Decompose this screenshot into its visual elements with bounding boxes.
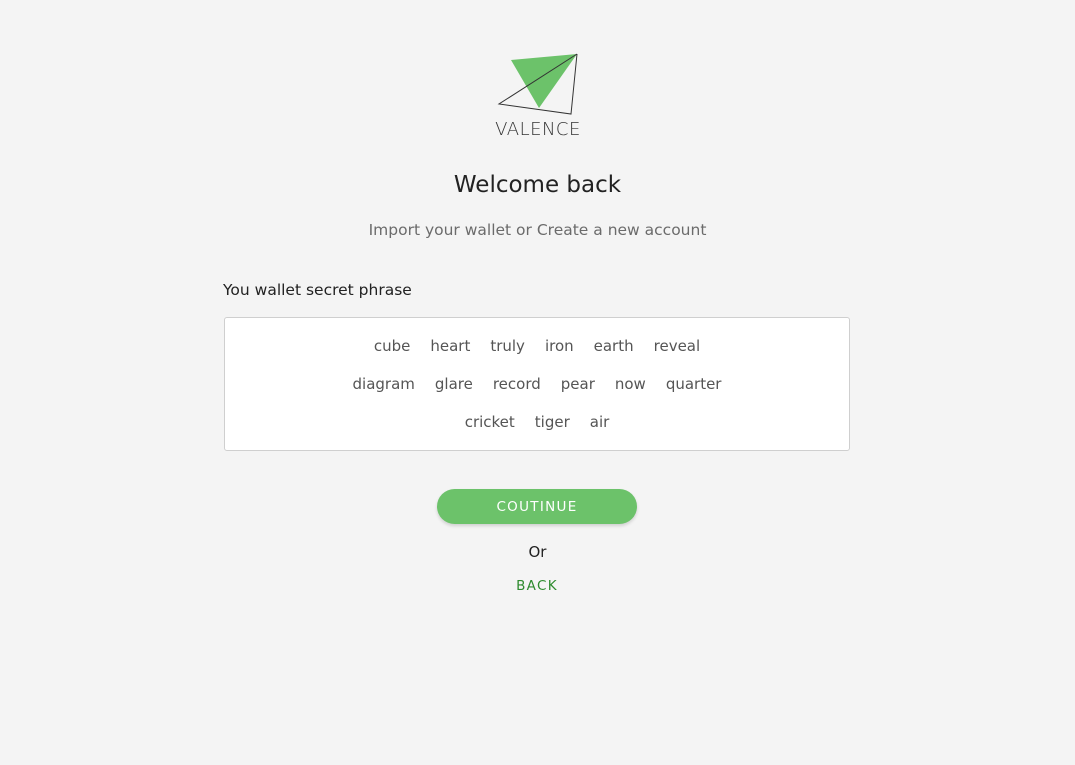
page-title: Welcome back bbox=[453, 172, 622, 198]
phrase-word: tiger bbox=[534, 413, 570, 431]
phrase-row: cricket tiger air bbox=[225, 411, 849, 433]
back-link[interactable]: BACK bbox=[487, 578, 587, 594]
page-subtitle: Import your wallet or Create a new accou… bbox=[368, 221, 707, 239]
phrase-row: diagram glare record pear now quarter bbox=[225, 373, 849, 395]
secret-phrase-label: You wallet secret phrase bbox=[223, 281, 412, 299]
phrase-word: cricket bbox=[464, 413, 515, 431]
continue-button[interactable]: COUTINUE bbox=[437, 489, 637, 524]
phrase-word: air bbox=[589, 413, 610, 431]
import-wallet-page: VALENCE Welcome back Import your wallet … bbox=[0, 0, 1075, 765]
paper-plane-triangle-icon bbox=[497, 53, 578, 115]
phrase-word: reveal bbox=[653, 337, 701, 355]
or-separator: Or bbox=[528, 543, 547, 561]
phrase-word: diagram bbox=[352, 375, 415, 393]
phrase-word: cube bbox=[373, 337, 411, 355]
phrase-word: iron bbox=[544, 337, 574, 355]
phrase-word: earth bbox=[593, 337, 634, 355]
phrase-word: truly bbox=[490, 337, 525, 355]
secret-phrase-box[interactable]: cube heart truly iron earth reveal diagr… bbox=[224, 317, 850, 451]
phrase-row: cube heart truly iron earth reveal bbox=[225, 335, 849, 357]
brand-name: VALENCE bbox=[495, 119, 581, 140]
phrase-word: quarter bbox=[665, 375, 722, 393]
phrase-word: heart bbox=[430, 337, 471, 355]
phrase-word: record bbox=[492, 375, 541, 393]
phrase-word: glare bbox=[434, 375, 473, 393]
phrase-word: pear bbox=[560, 375, 595, 393]
brand-logo: VALENCE bbox=[489, 52, 587, 144]
phrase-word: now bbox=[614, 375, 646, 393]
